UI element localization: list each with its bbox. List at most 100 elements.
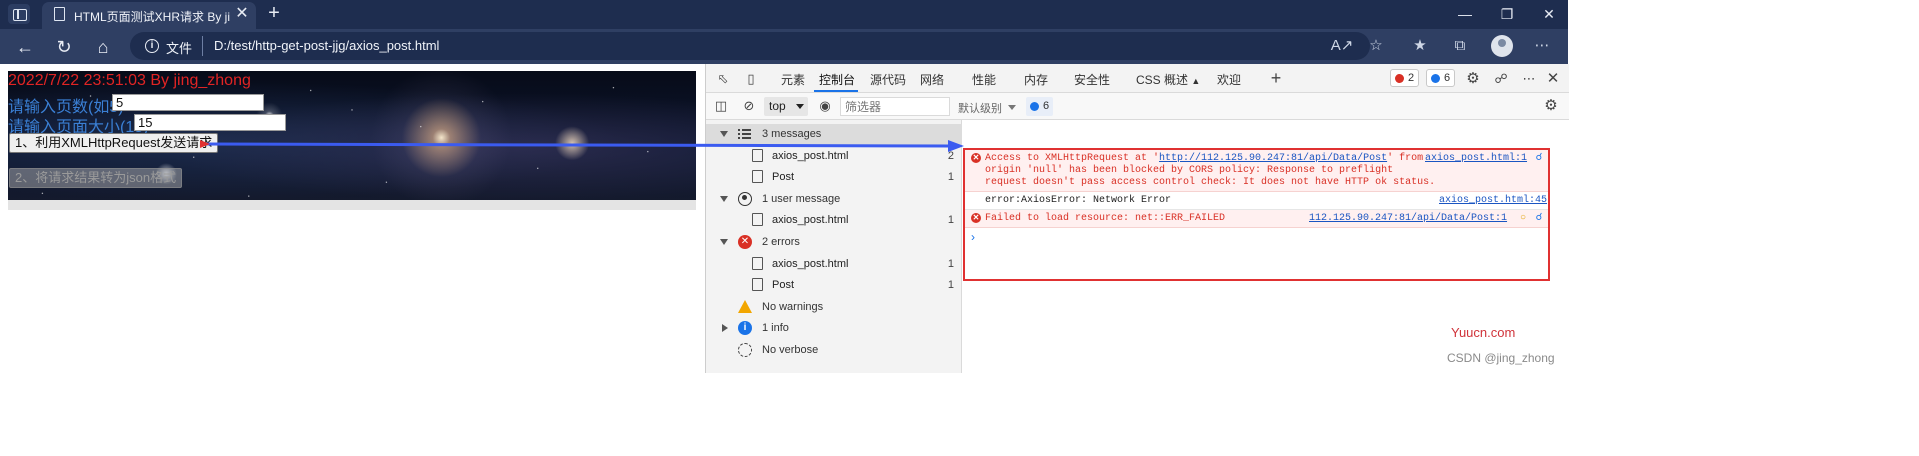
css-overview-flask-icon: ▲ [1191,76,1201,86]
yuucn-watermark: Yuucn.com [1451,325,1516,340]
live-expression-eye-icon[interactable]: ◉ [816,97,834,114]
caret-right-icon [722,324,728,332]
axios-error-message: error:AxiosError: Network Error [985,195,1172,206]
tab-sources[interactable]: 源代码 [870,71,906,88]
console-settings-gear-icon[interactable]: ⚙ [1542,97,1560,114]
console-error-cors[interactable]: ✕ Access to XMLHttpRequest at 'http://11… [965,150,1548,192]
highlighted-log-box: ✕ Access to XMLHttpRequest at 'http://11… [963,148,1550,281]
warning-icon [738,300,752,313]
cors-line-1-pre: Access to XMLHttpRequest at ' [985,153,1160,164]
cors-request-link[interactable]: http://112.125.90.247:81/api/Data/Post [1159,153,1387,164]
tab-actions-icon[interactable] [8,4,30,24]
console-prompt[interactable]: › [971,230,975,244]
devtools-close-icon[interactable]: ✕ [1544,70,1562,87]
log-level-select[interactable]: 默认级别 [958,100,1002,116]
page-size-input[interactable] [134,114,286,131]
issues-count: 6 [1043,100,1050,112]
tab-network[interactable]: 网络 [920,71,944,88]
file-icon [752,213,763,226]
sidebar-group-verbose[interactable]: No verbose [706,340,962,361]
page-viewport: 2022/7/22 23:51:03 By jing_zhong 请输入页数(如… [0,64,705,373]
refresh-icon[interactable]: ↻ [51,35,77,59]
issues-dot-icon [1030,102,1039,111]
issues-badge[interactable]: 6 [1026,97,1054,116]
console-filter-bar: ◫ ⊘ top ◉ 默认级别 6 ⚙ [706,93,1569,120]
tab-memory[interactable]: 内存 [1024,71,1048,88]
tab-css-overview[interactable]: CSS 概述 ▲ [1136,71,1200,88]
source-link[interactable]: axios_post.html:45 [1439,195,1547,207]
new-tab-button[interactable]: + [264,2,284,24]
site-info-icon[interactable]: i [145,39,159,53]
source-link[interactable]: 112.125.90.247:81/api/Data/Post:1 [1309,213,1507,225]
error-icon: ✕ [738,235,752,249]
url-text[interactable]: D:/test/http-get-post-jjg/axios_post.htm… [214,38,439,53]
back-arrow-icon[interactable]: ← [12,35,38,59]
css-overview-label: CSS 概述 [1136,73,1189,87]
clear-console-icon[interactable]: ⊘ [740,97,758,114]
customize-icon[interactable]: ☍ [1492,70,1510,87]
sidebar-file-item[interactable]: Post 1 [706,275,962,296]
source-link[interactable]: axios_post.html:1 [1425,153,1527,165]
file-scheme-label: 文件 [166,41,193,56]
message-dot-icon [1431,74,1440,83]
show-sidebar-icon[interactable]: ◫ [712,97,730,114]
sidebar-label: 1 user message [762,193,841,205]
error-count-badge[interactable]: 2 [1390,69,1420,87]
page-number-input[interactable] [112,94,264,111]
sidebar-label: No verbose [762,344,819,356]
profile-avatar[interactable] [1491,35,1513,57]
inspect-element-icon[interactable]: ⬁ [714,70,732,87]
sidebar-group-info[interactable]: i 1 info [706,318,962,339]
sidebar-group-errors[interactable]: ✕ 2 errors [706,232,962,253]
console-sidebar: 3 messages axios_post.html 2 Post 1 1 us… [706,120,962,373]
search-icon[interactable]: ☌ [1536,153,1542,165]
sidebar-file-item[interactable]: Post 1 [706,167,962,188]
tab-security[interactable]: 安全性 [1074,71,1110,88]
tab-elements[interactable]: 元素 [781,71,805,88]
issue-badge-icon[interactable]: ○ [1520,213,1526,225]
load-error-message: Failed to load resource: net::ERR_FAILED [985,213,1226,224]
devtools-more-icon[interactable]: ⋯ [1520,70,1538,87]
favorite-add-icon[interactable]: ☆ [1364,35,1388,57]
context-select[interactable]: top [764,97,808,116]
tab-close-icon[interactable]: ✕ [234,5,250,23]
console-log-axios-error[interactable]: error:AxiosError: Network Error axios_po… [965,192,1548,210]
collections-icon[interactable]: ⧉ [1448,35,1472,57]
omnibox[interactable]: i 文件 D:/test/http-get-post-jjg/axios_pos… [130,32,1383,60]
app-root: HTML页面测试XHR请求 By jing_ ✕ + — ❐ ✕ ← ↻ ⌂ i… [0,0,1569,373]
sidebar-file-item[interactable]: axios_post.html 1 [706,254,962,275]
console-error-load[interactable]: ✕ Failed to load resource: net::ERR_FAIL… [965,210,1548,228]
restore-button[interactable]: ❐ [1492,3,1522,25]
console-filter-input[interactable] [840,97,950,116]
file-icon [752,278,763,291]
settings-gear-icon[interactable]: ⚙ [1464,70,1482,87]
read-aloud-icon[interactable]: A↗ [1330,35,1354,57]
sidebar-group-warnings[interactable]: No warnings [706,297,962,318]
send-xhr-button[interactable]: 1、利用XMLHttpRequest发送请求 [9,133,219,153]
close-window-button[interactable]: ✕ [1534,3,1564,25]
browser-tab[interactable]: HTML页面测试XHR请求 By jing_ ✕ [42,2,256,29]
user-icon [738,192,752,206]
url-divider [202,36,203,56]
message-count-badge[interactable]: 6 [1426,69,1456,87]
tab-performance[interactable]: 性能 [972,71,996,88]
favorites-icon[interactable]: ★ [1408,35,1432,57]
more-tabs-plus-icon[interactable]: + [1267,69,1285,87]
device-emulation-icon[interactable]: ▯ [742,70,760,87]
browser-address-bar: ← ↻ ⌂ i 文件 D:/test/http-get-post-jjg/axi… [0,29,1568,64]
home-icon[interactable]: ⌂ [90,35,116,59]
to-json-button[interactable]: 2、将请求结果转为json格式 [9,168,183,188]
chevron-down-icon [796,104,804,109]
sidebar-label: axios_post.html [772,214,849,226]
search-icon[interactable]: ☌ [1536,213,1542,225]
tab-welcome[interactable]: 欢迎 [1217,71,1241,88]
sidebar-label: Post [772,279,795,291]
more-menu-icon[interactable]: ⋯ [1530,35,1554,57]
tab-console[interactable]: 控制台 [819,71,855,88]
minimize-button[interactable]: — [1450,3,1480,25]
cors-line-1: Access to XMLHttpRequest at 'http://112.… [985,153,1435,165]
cors-line-2: origin 'null' has been blocked by CORS p… [985,165,1394,176]
sidebar-label: Post [772,171,795,183]
sidebar-file-item[interactable]: axios_post.html 1 [706,210,962,231]
sidebar-group-user-messages[interactable]: 1 user message [706,189,962,210]
